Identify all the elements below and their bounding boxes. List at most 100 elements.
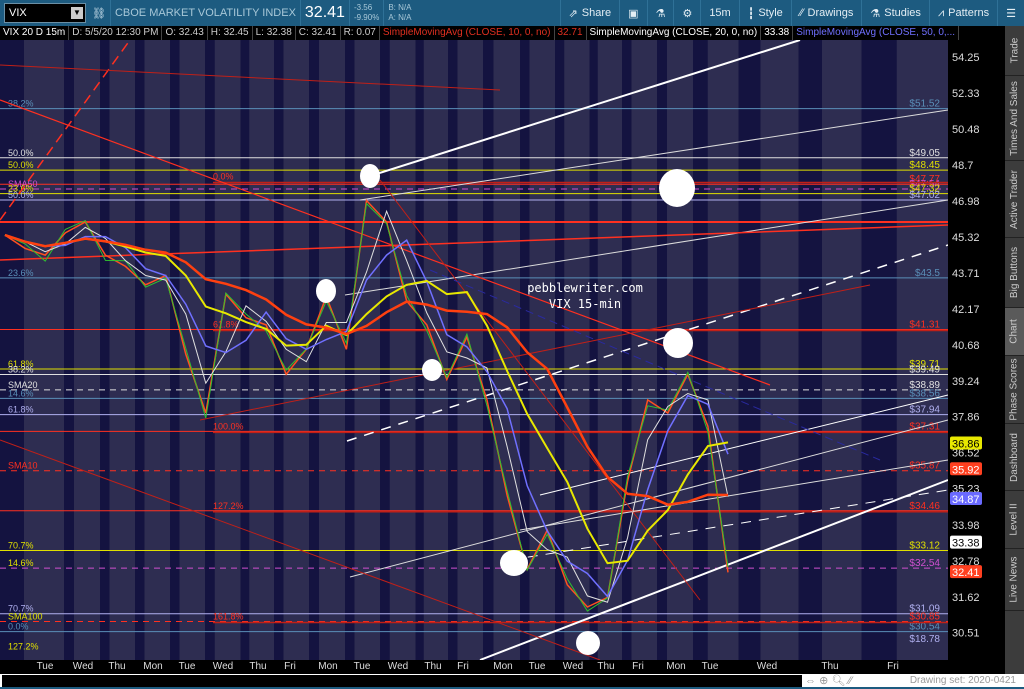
price-level-label: $39.49 (909, 365, 940, 376)
y-tick-label: 39.24 (952, 376, 980, 388)
Drawings-button[interactable]: ⁄⁄ Drawings (790, 0, 862, 26)
net-change: -3.56 -9.90% (354, 3, 379, 23)
price-chart[interactable]: $51.52$49.05$48.45$47.77$47.54$47.32$47.… (0, 40, 1005, 660)
price-level-label: $41.31 (909, 319, 940, 330)
legend-item: SimpleMovingAvg (CLOSE, 20, 0, no) (587, 26, 762, 40)
tab-label: Phase Scores (1009, 358, 1021, 421)
y-tick-label: 52.33 (952, 88, 980, 100)
zoom-icon[interactable]: 🔍︎ (831, 675, 845, 687)
x-tick-label: Mon (666, 661, 686, 672)
pencil-icon[interactable]: ⁄⁄ (848, 675, 852, 687)
pan-icon[interactable]: ⇔ (805, 675, 816, 687)
Share-button[interactable]: ⇗ Share (559, 0, 620, 26)
x-tick-label: Thu (821, 661, 839, 672)
chart-controls: ⇔ ⊕ 🔍︎ ⁄⁄ (805, 674, 852, 687)
fib-label: 14.6% (8, 388, 34, 398)
sidebar-tab-phase-scores[interactable]: Phase Scores (1005, 356, 1024, 424)
legend-item: L: 32.38 (253, 26, 296, 40)
highlight-circle (500, 550, 528, 576)
Patterns-button[interactable]: ⩘ Patterns (928, 0, 997, 26)
price-tag-label: 32.41 (952, 567, 980, 579)
gear-button[interactable]: ⚙ (673, 0, 700, 26)
sidebar-tab-active-trader[interactable]: Active Trader (1005, 161, 1024, 238)
study-legend: VIX 20 D 15m D: 5/5/20 12:30 PM O: 32.43 H:… (0, 26, 1024, 40)
highlight-circle (316, 279, 336, 303)
y-tick-label: 42.17 (952, 304, 980, 316)
menu-button[interactable]: ☰ (997, 0, 1024, 26)
link-icon[interactable]: ⛓ (92, 7, 106, 20)
watermark-text: VIX 15-min (549, 297, 621, 311)
legend-item: O: 32.43 (162, 26, 208, 40)
chevron-down-icon[interactable]: ▼ (71, 7, 83, 19)
15m-button[interactable]: 15m (700, 0, 738, 26)
fib-label: 70.7% (8, 540, 34, 550)
x-tick-label: Fri (632, 661, 644, 672)
y-tick-label: 37.86 (952, 412, 980, 424)
fib-label: 61.8% (8, 405, 34, 415)
Studies-button[interactable]: ⚗ Studies (861, 0, 929, 26)
sidebar-tab-times-and-sales[interactable]: Times And Sales (1005, 76, 1024, 161)
legend-item: 33.38 (761, 26, 794, 40)
sidebar-tab-big-buttons[interactable]: Big Buttons (1005, 238, 1024, 308)
sidebar-tab-chart[interactable]: Chart (1005, 308, 1024, 356)
fib-label: 50.0% (8, 148, 34, 158)
gear-icon: ⚙ (682, 7, 693, 20)
price-level-label: $33.12 (909, 540, 940, 551)
price-tag-label: 33.38 (952, 538, 980, 550)
y-tick-label: 33.98 (952, 520, 980, 532)
x-tick-label: Tue (178, 661, 196, 672)
crosshair-icon[interactable]: ⊕ (819, 675, 828, 687)
price-level-label: $49.05 (909, 148, 940, 159)
x-tick-label: Mon (318, 661, 338, 672)
symbol-input[interactable]: VIX ▼ (4, 3, 86, 23)
divider (348, 0, 350, 26)
change-value: -3.56 (353, 3, 373, 12)
horizontal-scrollbar[interactable] (2, 675, 802, 687)
tab-label: Trade (1009, 37, 1021, 64)
sidebar-tab-live-news[interactable]: Live News (1005, 549, 1024, 611)
price-level-label: $43.5 (915, 268, 940, 279)
x-tick-label: Fri (284, 661, 296, 672)
fib-label: 100.0% (213, 421, 244, 431)
x-tick-label: Wed (212, 661, 234, 672)
divider (383, 0, 385, 26)
x-tick-label: Wed (562, 661, 584, 672)
highlight-circle (663, 328, 693, 358)
change-pct: -9.90% (353, 13, 380, 22)
session-stripe (822, 40, 862, 660)
highlight-circle (422, 359, 442, 381)
price-level-label: $34.46 (909, 501, 940, 512)
legend-item: D: 5/5/20 12:30 PM (69, 26, 163, 40)
session-stripe (389, 40, 416, 660)
x-tick-label: Fri (887, 661, 899, 672)
flask-button[interactable]: ⚗ (646, 0, 674, 26)
fib-label: 23.6% (8, 268, 34, 278)
candle-icon: ┇ (747, 7, 755, 20)
Style-button[interactable]: ┇ Style (738, 0, 791, 26)
legend-item: VIX 20 D 15m (0, 26, 70, 40)
sidebar-tab-dashboard[interactable]: Dashboard (1005, 424, 1024, 491)
alert-button[interactable]: ▣ (619, 0, 646, 26)
price-tag-label: 35.92 (952, 464, 980, 476)
x-tick-label: Tue (353, 661, 371, 672)
x-tick-label: Mon (143, 661, 163, 672)
sidebar-tab-trade[interactable]: Trade (1005, 26, 1024, 76)
fib-label: 38.2% (8, 365, 34, 375)
drawing-set[interactable]: Drawing set: 2020-0421 (910, 675, 1016, 686)
y-tick-label: 48.7 (952, 160, 973, 172)
ask: A: N/A (388, 13, 412, 22)
last-price: 32.41 (304, 4, 345, 21)
session-stripe (631, 40, 657, 660)
tab-label: Level II (1009, 503, 1020, 536)
symbol-description: CBOE MARKET VOLATILITY INDEX (114, 7, 296, 19)
alert-icon: ▣ (628, 7, 639, 20)
divider (299, 0, 301, 26)
legend-item: R: 0.07 (341, 26, 380, 40)
button-label: Patterns (948, 7, 990, 19)
tab-label: Active Trader (1009, 169, 1021, 229)
flask-icon: ⚗ (870, 7, 881, 20)
session-stripe (319, 40, 345, 660)
fib-label: 0.0% (8, 622, 29, 632)
sidebar-tab-level-ii[interactable]: Level II (1005, 491, 1024, 549)
right-sidebar: Trade Times And Sales Active Trader Big But… (1005, 26, 1024, 674)
